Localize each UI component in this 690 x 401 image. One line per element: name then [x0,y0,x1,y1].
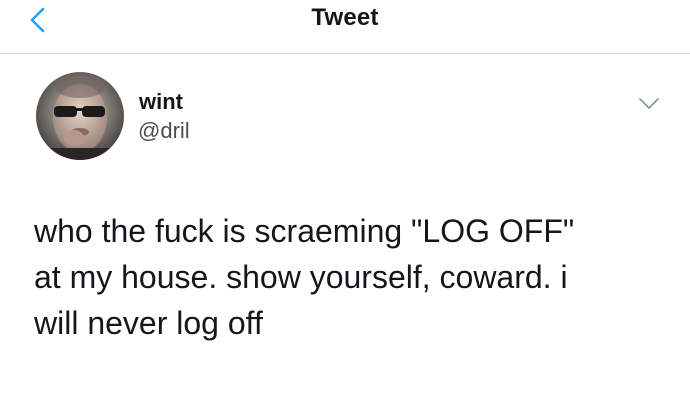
tweet-text-line: who the fuck is scraeming "LOG OFF" [34,213,575,249]
tweet-text: who the fuck is scraeming "LOG OFF" at m… [34,208,674,346]
author-display-name[interactable]: wint [139,89,183,115]
author-handle[interactable]: @dril [138,118,190,144]
avatar-photo[interactable] [36,72,124,160]
avatar[interactable] [36,72,124,160]
nav-header: Tweet [0,0,690,54]
tweet-options-button[interactable] [638,96,660,112]
chevron-down-icon[interactable] [638,96,660,112]
tweet-text-line: at my house. show yourself, coward. i [34,259,568,295]
page-title: Tweet [311,4,379,31]
tweet-text-line: will never log off [34,305,263,341]
